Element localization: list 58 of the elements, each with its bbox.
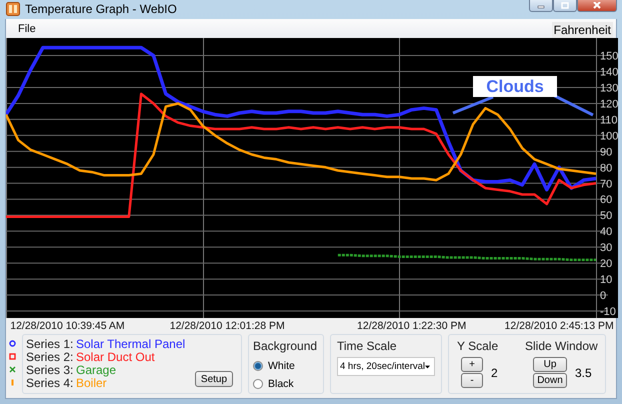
axis-label: 12/28/2010 1:22:30 PM [357,320,466,332]
menu-item[interactable]: File [16,22,38,34]
axis-label: 150 [600,50,618,63]
axis-label: 60 [600,194,612,206]
series-name: Boiler [76,376,107,390]
annotation-label: Clouds [473,76,557,97]
axis-label: 40 [600,226,612,238]
unit-label: Fahrenheit [552,22,613,38]
axis-label: 0 [600,290,606,302]
series-label: Series 4: [26,376,74,390]
app-icon [6,2,20,16]
minimize-button[interactable] [529,0,553,12]
radio-button[interactable] [253,361,263,371]
series-name: Solar Duct Out [76,350,155,364]
axis-label: 140 [600,66,618,79]
axis-label: 80 [600,162,612,174]
axis-label: 120 [600,98,618,110]
axis-label: 110 [600,114,618,126]
radio-label: Black [268,378,294,390]
setup-button[interactable]: Setup [195,371,233,387]
maximize-icon [560,2,570,8]
axis-label: 10 [600,274,612,286]
axis-label: 12/28/2010 2:45:13 PM [504,320,614,332]
axis-label: 100 [600,130,618,142]
axis-label: 12/28/2010 10:39:45 AM [10,320,125,332]
caret-icon [425,364,430,368]
series-label: Series 1: [26,336,74,350]
axis-label: -10 [600,306,616,318]
close-icon [592,2,602,8]
axis-label: 12/28/2010 12:01:28 PM [170,320,285,332]
axis-label: 50 [600,210,612,222]
step-button[interactable]: Down [533,373,567,388]
leader-line [452,96,494,114]
step-button[interactable]: + [461,357,483,372]
maximize-button[interactable] [553,0,577,12]
axis-label: 90 [600,146,612,158]
step-button[interactable]: - [461,373,483,388]
group-title: Background [253,339,318,353]
radio-button[interactable] [253,379,263,389]
group-title: Time Scale [337,339,398,353]
annotation: Clouds [486,77,544,96]
axis-label: 20 [600,258,612,270]
close-button[interactable] [577,0,617,12]
scale-value: 2 [491,366,498,380]
group-title: Y Scale [457,339,500,353]
axis-label: 130 [600,82,618,94]
series-name: Solar Thermal Panel [76,336,186,350]
radio-label: White [268,360,295,372]
axis-label: 70 [600,178,612,190]
group-title: Slide Window [525,339,598,353]
step-button[interactable]: Up [533,357,567,372]
series-label: Series 3: [26,362,74,376]
time-scale-dropdown[interactable]: 4 hrs, 20sec/interval [337,357,435,376]
series-name: Garage [76,362,116,376]
series-label: Series 2: [26,350,74,364]
scale-value: 3.5 [575,366,592,380]
axis-label: 30 [600,242,612,254]
window-title: Temperature Graph - WebIO [25,2,177,16]
